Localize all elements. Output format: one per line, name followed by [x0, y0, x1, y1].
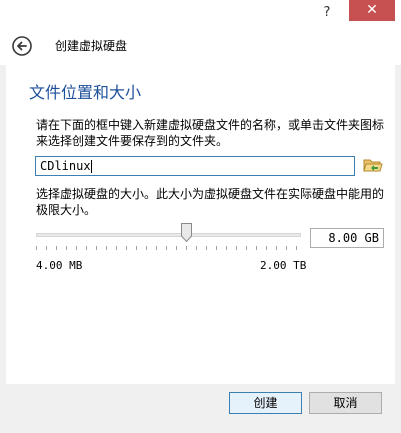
slider-tick: [236, 246, 237, 250]
size-input[interactable]: 8.00 GB: [310, 228, 384, 248]
slider-tick: [36, 246, 37, 250]
size-slider-track[interactable]: [36, 233, 301, 237]
wizard-header: 创建虚拟硬盘: [0, 29, 401, 65]
slider-tick: [66, 246, 67, 250]
slider-tick: [106, 246, 107, 250]
slider-max-label: 2.00 TB: [260, 259, 307, 272]
slider-tick: [46, 246, 47, 250]
slider-tick: [296, 246, 297, 250]
slider-tick: [186, 246, 187, 250]
slider-tick: [226, 246, 227, 250]
slider-tick: [136, 246, 137, 250]
slider-tick: [166, 246, 167, 250]
folder-open-icon[interactable]: [363, 155, 383, 175]
content-panel: [6, 65, 395, 384]
slider-tick: [116, 246, 117, 250]
slider-tick: [286, 246, 287, 250]
slider-tick: [96, 246, 97, 250]
slider-tick: [126, 246, 127, 250]
back-arrow-icon[interactable]: [12, 36, 32, 56]
close-button[interactable]: ✕: [349, 0, 395, 21]
size-description: 选择虚拟硬盘的大小。此大小为虚拟硬盘文件在实际硬盘中能用的极限大小。: [36, 187, 385, 217]
slider-tick: [86, 246, 87, 250]
file-location-value: CDlinux: [40, 159, 91, 173]
slider-tick: [266, 246, 267, 250]
slider-tick: [76, 246, 77, 250]
cancel-button[interactable]: 取消: [309, 392, 382, 414]
wizard-title: 创建虚拟硬盘: [55, 39, 128, 53]
slider-tick: [276, 246, 277, 250]
slider-tick: [156, 246, 157, 250]
size-slider-thumb[interactable]: [181, 223, 192, 242]
slider-tick: [196, 246, 197, 250]
slider-tick: [56, 246, 57, 250]
dialog-window: ? ✕ 创建虚拟硬盘 文件位置和大小 请在下面的框中键入新建虚拟硬盘文件的名称，…: [0, 0, 401, 433]
slider-tick: [216, 246, 217, 250]
help-button[interactable]: ?: [316, 3, 338, 23]
create-button[interactable]: 创建: [229, 392, 302, 414]
section-title: 文件位置和大小: [29, 83, 142, 102]
slider-min-label: 4.00 MB: [36, 259, 83, 272]
slider-tick: [176, 246, 177, 250]
slider-tick: [256, 246, 257, 250]
text-caret: [90, 160, 92, 173]
slider-tick: [206, 246, 207, 250]
title-bar: ? ✕: [0, 0, 401, 29]
slider-ticks: [36, 246, 302, 251]
slider-tick: [246, 246, 247, 250]
file-location-input[interactable]: CDlinux: [35, 156, 355, 176]
location-description: 请在下面的框中键入新建虚拟硬盘文件的名称，或单击文件夹图标来选择创建文件要保存到…: [36, 118, 385, 148]
slider-tick: [146, 246, 147, 250]
